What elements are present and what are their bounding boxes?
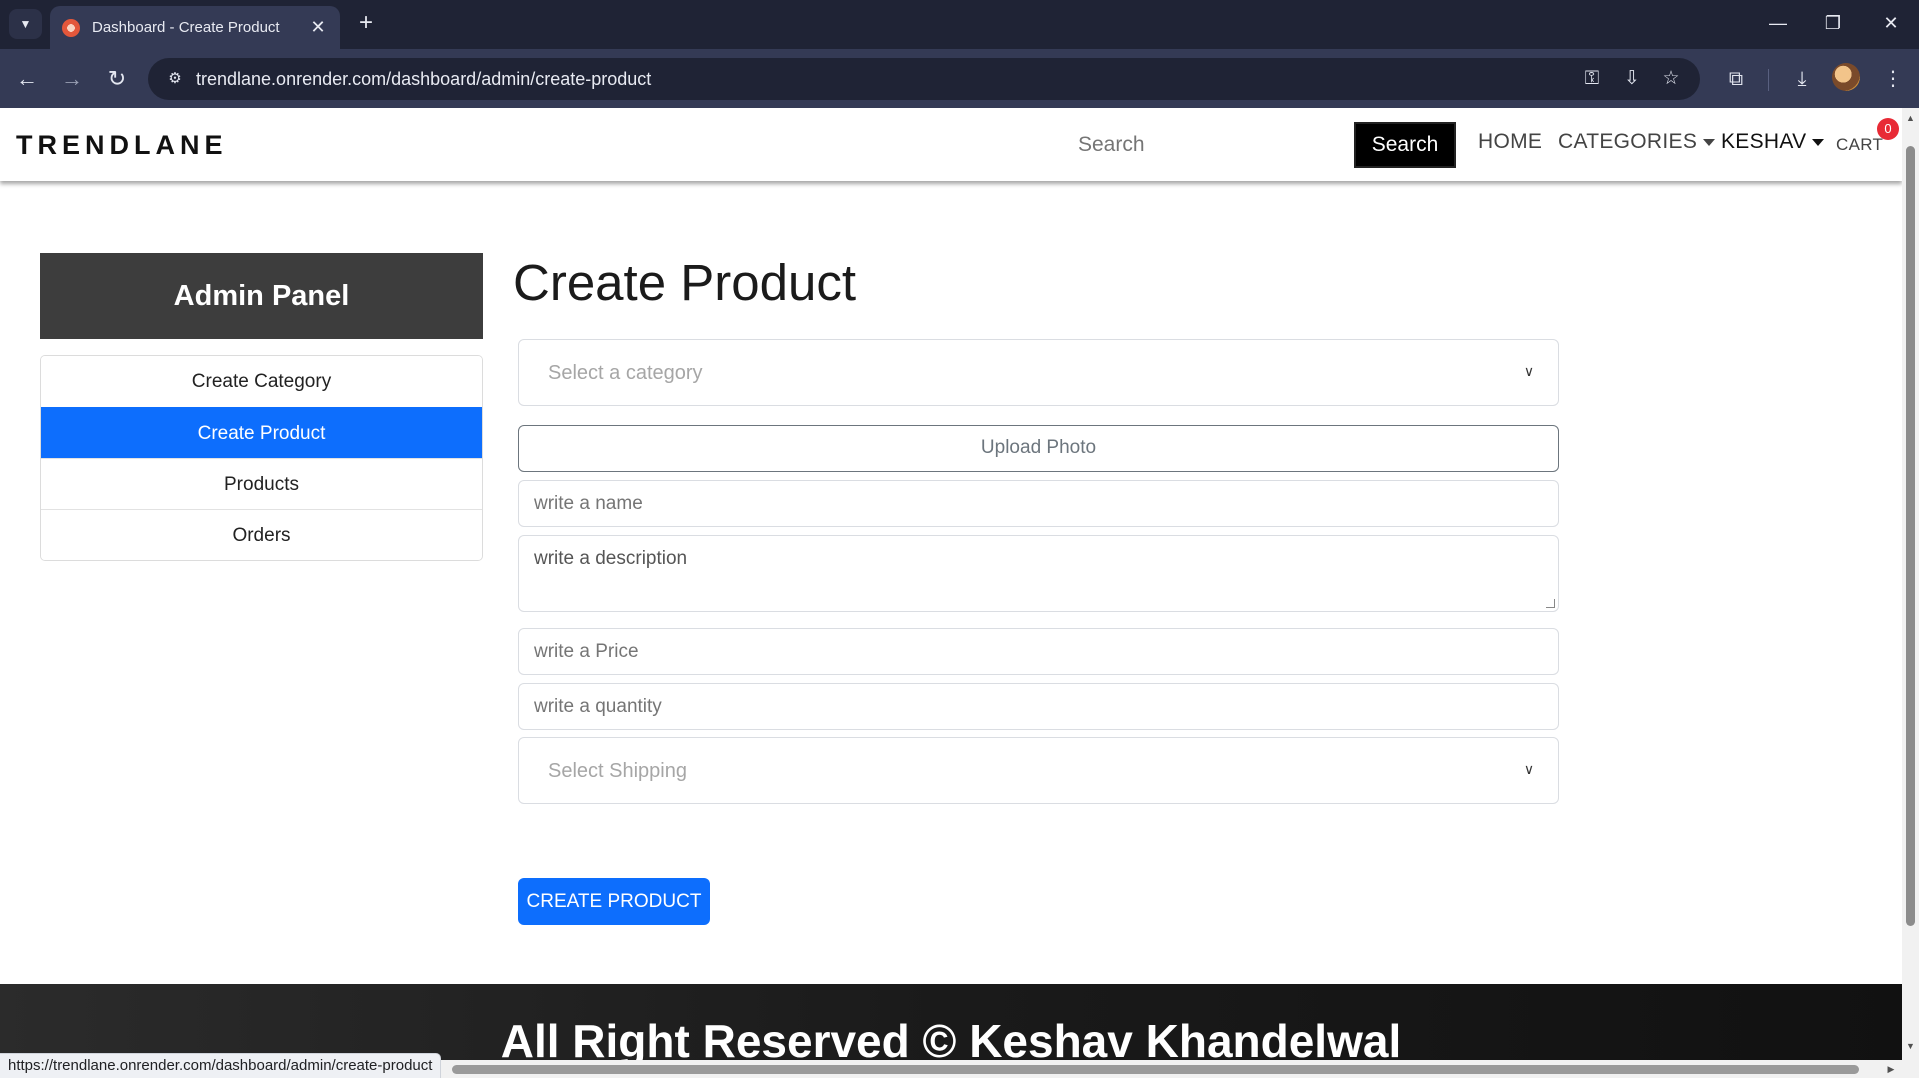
nav-categories-dropdown[interactable]: CATEGORIES	[1558, 130, 1716, 154]
forward-icon[interactable]: →	[56, 63, 88, 95]
browser-tab-active[interactable]: Dashboard - Create Product ✕	[50, 6, 340, 49]
chevron-down-icon: ∨	[1523, 761, 1535, 777]
product-quantity-input[interactable]	[518, 683, 1559, 730]
category-select[interactable]: Select a category ∨	[518, 339, 1559, 406]
minimize-icon[interactable]: —	[1758, 8, 1798, 38]
nav-user-label: KESHAV	[1721, 130, 1807, 153]
restore-icon[interactable]: ❐	[1813, 8, 1853, 38]
nav-cart-link[interactable]: CART	[1836, 135, 1883, 155]
browser-tabstrip: ▼ Dashboard - Create Product ✕ + — ❐ ✕	[0, 0, 1919, 49]
tab-search-chevron-icon[interactable]: ▼	[9, 9, 42, 39]
nav-home-link[interactable]: HOME	[1478, 130, 1542, 154]
browser-toolbar: ← → ↻ ⚙ trendlane.onrender.com/dashboard…	[0, 49, 1919, 108]
page-title: Create Product	[513, 254, 857, 311]
nav-categories-label: CATEGORIES	[1558, 130, 1698, 153]
password-key-icon[interactable]: ⚿	[1578, 65, 1606, 93]
install-app-icon[interactable]: ⇩	[1618, 65, 1646, 93]
upload-photo-button[interactable]: Upload Photo	[518, 425, 1559, 472]
toolbar-divider	[1768, 69, 1769, 91]
sidebar-item-create-category[interactable]: Create Category	[41, 356, 482, 407]
category-select-placeholder: Select a category	[548, 362, 703, 384]
close-window-icon[interactable]: ✕	[1871, 8, 1911, 38]
scroll-up-arrow-icon[interactable]: ▲	[1902, 110, 1919, 126]
nav-user-dropdown[interactable]: KESHAV	[1721, 130, 1825, 154]
scroll-down-arrow-icon[interactable]: ▼	[1902, 1038, 1919, 1054]
search-input[interactable]	[1063, 122, 1345, 167]
description-placeholder: write a description	[534, 548, 688, 569]
link-status-bar: https://trendlane.onrender.com/dashboard…	[0, 1053, 442, 1078]
site-favicon-icon	[62, 18, 80, 37]
resize-handle-icon[interactable]	[1546, 599, 1555, 608]
cart-count-badge: 0	[1877, 118, 1899, 140]
horizontal-scroll-thumb[interactable]	[452, 1065, 1859, 1074]
back-icon[interactable]: ←	[11, 63, 43, 95]
more-menu-icon[interactable]: ⋮	[1877, 63, 1909, 95]
sidebar-item-orders[interactable]: Orders	[41, 509, 482, 560]
shipping-select[interactable]: Select Shipping ∨	[518, 737, 1559, 804]
search-button[interactable]: Search	[1354, 122, 1456, 168]
product-name-input[interactable]	[518, 480, 1559, 527]
caret-down-icon	[1703, 138, 1716, 146]
extensions-icon[interactable]: ⧉	[1720, 63, 1752, 95]
brand-logo[interactable]: TRENDLANE	[16, 130, 228, 161]
tab-title: Dashboard - Create Product	[92, 19, 280, 36]
download-icon[interactable]: ⤓	[1786, 63, 1818, 95]
page-viewport: TRENDLANE Search HOME CATEGORIES KESHAV …	[0, 108, 1902, 1078]
bookmark-star-icon[interactable]: ☆	[1657, 65, 1685, 93]
admin-sidebar-menu: Create Category Create Product Products …	[40, 355, 483, 561]
caret-down-icon	[1812, 138, 1825, 146]
reload-icon[interactable]: ↻	[101, 63, 133, 95]
create-product-button[interactable]: CREATE PRODUCT	[518, 878, 710, 925]
close-tab-icon[interactable]: ✕	[308, 17, 328, 38]
shipping-select-placeholder: Select Shipping	[548, 760, 687, 782]
sidebar-item-create-product[interactable]: Create Product	[41, 407, 482, 458]
chevron-down-icon: ∨	[1523, 363, 1535, 379]
new-tab-icon[interactable]: +	[352, 10, 380, 38]
profile-avatar[interactable]	[1832, 63, 1860, 91]
scroll-right-arrow-icon[interactable]: ▶	[1882, 1060, 1900, 1078]
address-bar[interactable]: ⚙ trendlane.onrender.com/dashboard/admin…	[148, 58, 1700, 100]
vertical-scroll-thumb[interactable]	[1906, 146, 1915, 926]
sidebar-item-products[interactable]: Products	[41, 458, 482, 509]
vertical-scrollbar[interactable]: ▲ ▼	[1902, 108, 1919, 1078]
admin-panel-header: Admin Panel	[40, 253, 483, 339]
site-info-icon[interactable]: ⚙	[160, 64, 190, 94]
address-url[interactable]: trendlane.onrender.com/dashboard/admin/c…	[196, 69, 651, 90]
product-price-input[interactable]	[518, 628, 1559, 675]
site-navbar: TRENDLANE Search HOME CATEGORIES KESHAV …	[0, 108, 1902, 181]
product-description-textarea[interactable]: write a description	[518, 535, 1559, 612]
